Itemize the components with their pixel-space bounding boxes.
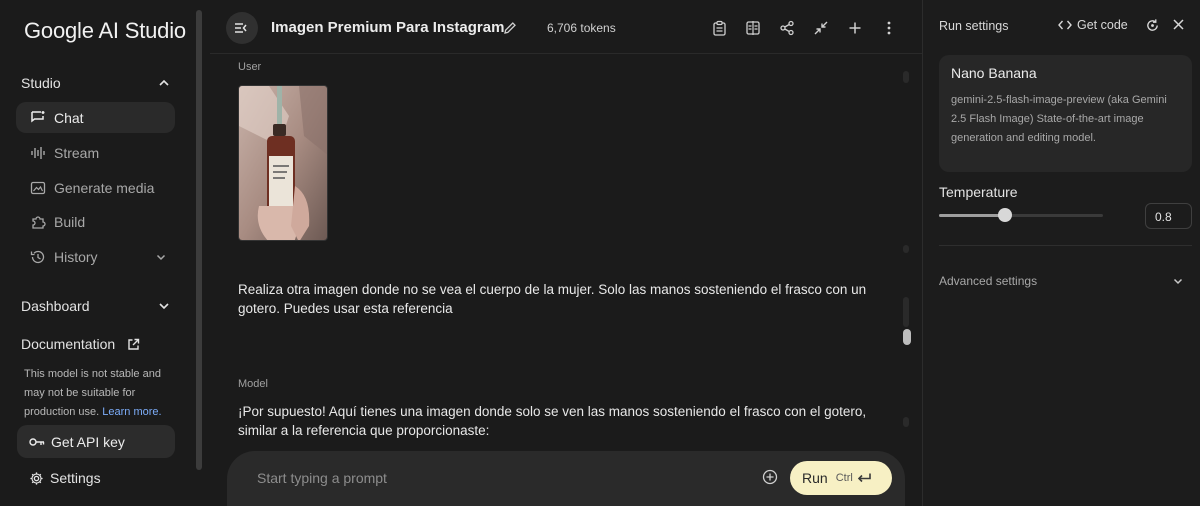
chevron-down-icon	[159, 303, 169, 310]
scroll-marker[interactable]	[903, 297, 909, 327]
enter-key-icon	[857, 473, 871, 483]
advanced-settings-label: Advanced settings	[939, 274, 1038, 288]
stream-icon	[31, 146, 45, 159]
external-link-icon	[128, 338, 140, 350]
get-code-button[interactable]: Get code	[1058, 18, 1128, 32]
sidebar-item-history[interactable]: History	[16, 241, 175, 272]
documentation-label: Documentation	[21, 336, 116, 352]
divider	[939, 245, 1192, 246]
compare-mode-button[interactable]	[812, 19, 830, 37]
settings-label: Settings	[50, 470, 101, 486]
add-media-icon[interactable]	[762, 469, 778, 485]
chat-toolbar: Imagen Premium Para Instagram 6,706 toke…	[210, 0, 922, 54]
code-icon	[1058, 20, 1072, 30]
history-icon	[30, 250, 45, 263]
run-button[interactable]: Run Ctrl	[790, 461, 892, 495]
model-description: gemini-2.5-flash-image-preview (aka Gemi…	[951, 94, 1167, 144]
share-icon	[780, 20, 794, 36]
sidebar-item-label: Build	[54, 213, 86, 230]
compare-icon	[746, 21, 760, 35]
scroll-marker[interactable]	[903, 417, 909, 427]
left-sidebar: Google AI Studio Studio Chat Stream Gene…	[0, 0, 208, 506]
documentation-link[interactable]: Documentation	[21, 333, 146, 355]
dashboard-section-toggle[interactable]: Dashboard	[21, 295, 171, 317]
run-settings-panel: Run settings Get code Nano Banana gemini…	[922, 0, 1200, 506]
sidebar-item-label: Stream	[54, 144, 100, 161]
sidebar-item-build[interactable]: Build	[16, 206, 175, 237]
model-role-label: Model	[238, 378, 268, 390]
key-icon	[29, 437, 45, 446]
compare-button[interactable]	[744, 19, 762, 37]
sidebar-item-stream[interactable]: Stream	[16, 137, 175, 168]
share-button[interactable]	[778, 19, 796, 37]
app-logo[interactable]: Google AI Studio	[24, 18, 186, 44]
model-message: ¡Por supuesto! Aquí tienes una imagen do…	[238, 404, 867, 438]
temperature-slider-handle[interactable]	[997, 208, 1012, 222]
shortcut-label: Ctrl	[835, 472, 853, 484]
sidebar-item-label: Chat	[54, 109, 84, 126]
temperature-slider-fill	[939, 214, 1005, 217]
get-code-label: Get code	[1077, 18, 1128, 32]
clipboard-icon	[712, 20, 726, 36]
clipboard-button[interactable]	[710, 19, 728, 37]
model-stability-notice: This model is not stable and may not be …	[24, 365, 174, 422]
attached-image-thumbnail[interactable]	[238, 85, 328, 241]
scroll-marker[interactable]	[903, 71, 909, 83]
sidebar-scrollbar[interactable]	[196, 10, 202, 470]
edit-title-icon[interactable]	[503, 21, 517, 35]
close-icon[interactable]	[1172, 18, 1185, 31]
token-count: 6,706 tokens	[547, 21, 616, 35]
gear-icon	[30, 471, 43, 485]
api-key-label: Get API key	[51, 433, 125, 450]
chat-scrollbar-thumb[interactable]	[903, 329, 911, 345]
temperature-label: Temperature	[939, 184, 1018, 200]
run-shortcut: Ctrl	[836, 472, 872, 484]
build-icon	[32, 215, 46, 229]
prompt-input[interactable]: Start typing a prompt	[257, 470, 387, 486]
user-message: Realiza otra imagen donde no se vea el c…	[238, 282, 867, 316]
arrows-swap-icon	[814, 21, 828, 35]
settings-button[interactable]: Settings	[29, 470, 101, 486]
menu-collapse-icon	[235, 23, 247, 33]
chevron-down-icon	[1173, 278, 1183, 285]
advanced-settings-toggle[interactable]: Advanced settings	[939, 274, 1184, 288]
studio-section-toggle[interactable]: Studio	[21, 72, 171, 94]
user-role-label: User	[238, 61, 262, 73]
studio-label: Studio	[21, 75, 61, 91]
sidebar-item-label: History	[54, 248, 98, 265]
sidebar-item-label: Generate media	[54, 179, 155, 196]
sidebar-item-chat[interactable]: Chat	[16, 102, 175, 133]
plus-icon	[849, 22, 861, 34]
chevron-up-icon	[159, 79, 169, 86]
chevron-down-icon	[156, 254, 166, 260]
sidebar-item-generate-media[interactable]: Generate media	[16, 172, 175, 203]
chat-icon	[31, 110, 45, 123]
model-name: Nano Banana	[951, 65, 1037, 81]
get-api-key-button[interactable]: Get API key	[17, 425, 175, 458]
chat-title: Imagen Premium Para Instagram	[271, 19, 505, 36]
dashboard-label: Dashboard	[21, 298, 90, 314]
chat-area: User Realiza otra imagen donde no se vea…	[210, 55, 922, 506]
toggle-sidebar-button[interactable]	[226, 12, 258, 44]
prompt-box[interactable]: Start typing a prompt Run Ctrl	[227, 451, 905, 506]
new-chat-button[interactable]	[846, 19, 864, 37]
model-selector[interactable]: Nano Banana gemini-2.5-flash-image-previ…	[939, 55, 1192, 172]
reset-settings-icon[interactable]	[1145, 18, 1160, 33]
run-settings-title: Run settings	[939, 19, 1009, 33]
scroll-marker[interactable]	[903, 245, 909, 253]
run-label: Run	[802, 470, 828, 486]
media-icon	[30, 181, 46, 194]
temperature-input[interactable]: 0.8	[1145, 203, 1192, 229]
more-vertical-icon	[887, 21, 891, 35]
learn-more-link[interactable]: Learn more.	[102, 406, 161, 418]
more-options-button[interactable]	[880, 19, 898, 37]
serum-bottle-photo	[239, 86, 327, 240]
